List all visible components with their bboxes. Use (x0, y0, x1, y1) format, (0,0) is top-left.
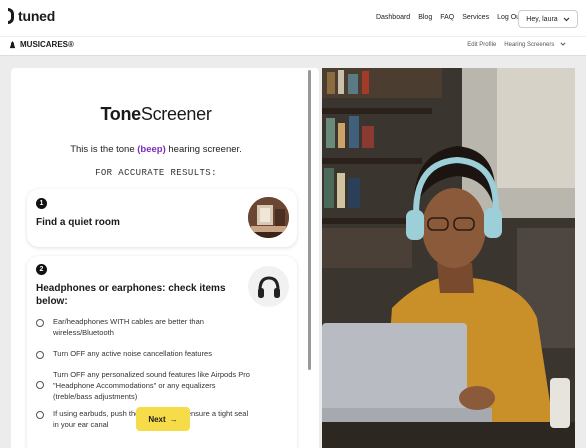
title-bold: Tone (100, 104, 141, 124)
checklist-text: Turn OFF any personalized sound features… (53, 370, 250, 401)
musicares-logo: MUSICARES® (8, 40, 74, 49)
room-image (248, 197, 289, 238)
arrow-right-icon: → (169, 414, 178, 424)
woman-with-headphones-image (322, 68, 575, 448)
step-card-quiet-room: 1 Find a quiet room (27, 189, 297, 247)
user-menu-label: Hey, laura (526, 15, 558, 23)
nav-services[interactable]: Services (462, 14, 489, 21)
sub-header: MUSICARES® Edit Profile Hearing Screener… (0, 36, 586, 56)
chevron-down-icon (563, 17, 570, 21)
user-menu-button[interactable]: Hey, laura (518, 10, 578, 28)
checklist-text: Turn OFF any active noise cancellation f… (53, 349, 212, 358)
headphones-icon (248, 266, 289, 307)
hero-photo (322, 68, 575, 448)
step-title: Find a quiet room (36, 217, 120, 228)
edit-profile-link[interactable]: Edit Profile (467, 42, 496, 48)
intro-beep: (beep) (137, 144, 166, 155)
panel-scrollbar[interactable] (308, 70, 311, 370)
nav-blog[interactable]: Blog (418, 14, 432, 21)
intro-before: This is the tone (70, 144, 138, 155)
checklist-radio[interactable] (36, 351, 44, 359)
next-label: Next (148, 414, 166, 424)
hearing-screeners-label: Hearing Screeners (504, 42, 555, 48)
step-title: Headphones or earphones: check items bel… (36, 283, 226, 307)
step-number: 2 (36, 264, 47, 275)
chevron-down-icon (560, 42, 566, 46)
nav-faq[interactable]: FAQ (440, 14, 454, 21)
musicares-text: MUSICARES® (20, 40, 74, 49)
tuned-logo[interactable]: tuned (8, 8, 55, 24)
sub-nav: Edit Profile Hearing Screeners (467, 42, 566, 48)
next-button[interactable]: Next → (136, 407, 190, 431)
musicares-icon (9, 40, 16, 49)
accurate-results-heading: FOR ACCURATE RESULTS: (95, 168, 217, 178)
screener-panel: ToneScreener This is the tone (beep) hea… (11, 68, 319, 448)
step-number: 1 (36, 198, 47, 209)
checklist-radio[interactable] (36, 381, 44, 389)
main-nav: Dashboard Blog FAQ Services Log Out (376, 14, 522, 21)
checklist-radio[interactable] (36, 411, 44, 419)
tuned-logo-text: tuned (18, 8, 56, 24)
title-rest: Screener (140, 104, 212, 124)
intro-text: This is the tone (beep) hearing screener… (11, 144, 301, 155)
hearing-screeners-menu[interactable]: Hearing Screeners (504, 42, 566, 48)
checklist-radio[interactable] (36, 319, 44, 327)
page-title: ToneScreener (11, 104, 301, 125)
nav-dashboard[interactable]: Dashboard (376, 14, 410, 21)
intro-after: hearing screener. (165, 144, 242, 155)
tuned-logo-icon (8, 8, 14, 24)
top-navbar: tuned Dashboard Blog FAQ Services Log Ou… (0, 0, 586, 36)
checklist-text: Ear/headphones WITH cables are better th… (53, 317, 204, 337)
